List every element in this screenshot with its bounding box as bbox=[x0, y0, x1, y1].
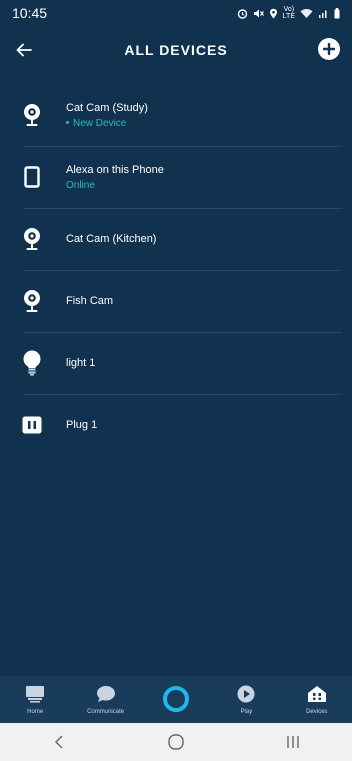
devices-house-icon bbox=[307, 686, 326, 702]
system-back-button[interactable] bbox=[29, 723, 89, 761]
chat-bubble-icon bbox=[96, 686, 115, 702]
alexa-button[interactable] bbox=[145, 676, 207, 712]
status-bar: 10:45 Vo) LTE bbox=[0, 0, 352, 26]
bulb-icon bbox=[20, 350, 44, 376]
camera-icon bbox=[20, 226, 44, 252]
alexa-ring-icon bbox=[162, 686, 189, 712]
device-row-fish-cam[interactable]: Fish Cam bbox=[0, 270, 352, 332]
home-icon bbox=[26, 686, 45, 703]
signal-icon bbox=[319, 10, 327, 18]
device-name: Alexa on this Phone bbox=[66, 163, 164, 176]
device-row-light-1[interactable]: light 1 bbox=[0, 332, 352, 394]
device-name: Cat Cam (Kitchen) bbox=[66, 233, 157, 245]
device-status-text: New Device bbox=[73, 117, 127, 129]
device-row-cat-cam-kitchen[interactable]: Cat Cam (Kitchen) bbox=[0, 208, 352, 270]
system-home-button[interactable] bbox=[146, 723, 206, 761]
plug-icon bbox=[20, 412, 44, 438]
nav-label: Play bbox=[240, 709, 253, 715]
status-dot-icon bbox=[66, 121, 69, 125]
app-header: ALL DEVICES bbox=[0, 26, 352, 74]
device-row-plug-1[interactable]: Plug 1 bbox=[0, 394, 352, 456]
status-time: 10:45 bbox=[12, 5, 48, 21]
nav-home[interactable]: Home bbox=[4, 676, 66, 715]
wifi-icon bbox=[300, 8, 313, 18]
page-title: ALL DEVICES bbox=[124, 42, 228, 58]
device-name: Fish Cam bbox=[66, 295, 114, 307]
volte-icon: Vo) LTE bbox=[282, 6, 295, 20]
device-name: Plug 1 bbox=[66, 419, 98, 431]
status-icons: Vo) LTE bbox=[237, 6, 340, 20]
camera-icon bbox=[20, 102, 44, 128]
home-circle-icon bbox=[168, 734, 184, 750]
add-device-button[interactable] bbox=[318, 38, 340, 60]
nav-devices[interactable]: Devices bbox=[286, 676, 348, 715]
nav-communicate[interactable]: Communicate bbox=[75, 676, 137, 715]
mute-icon bbox=[253, 9, 264, 17]
device-list: Cat Cam (Study) New Device Alexa on this… bbox=[0, 84, 352, 456]
nav-label: Devices bbox=[306, 709, 328, 715]
alarm-icon bbox=[237, 8, 247, 19]
plus-icon bbox=[323, 43, 335, 55]
nav-play[interactable]: Play bbox=[215, 676, 277, 715]
recents-icon bbox=[287, 736, 300, 748]
device-row-alexa-phone[interactable]: Alexa on this Phone Online bbox=[0, 146, 352, 208]
system-recents-button[interactable] bbox=[263, 723, 323, 761]
chevron-left-icon bbox=[54, 735, 63, 749]
device-name: light 1 bbox=[66, 357, 96, 369]
device-name: Cat Cam (Study) bbox=[66, 101, 148, 114]
device-row-cat-cam-study[interactable]: Cat Cam (Study) New Device bbox=[0, 84, 352, 146]
bottom-nav: Home Communicate Play Devices bbox=[0, 676, 352, 723]
nav-label: Home bbox=[27, 709, 44, 715]
system-nav-bar bbox=[0, 723, 352, 761]
camera-icon bbox=[20, 288, 44, 314]
device-status: Online bbox=[66, 179, 95, 191]
location-icon bbox=[269, 8, 277, 18]
device-status: New Device bbox=[66, 118, 148, 129]
play-icon bbox=[237, 685, 255, 703]
phone-icon bbox=[20, 164, 44, 190]
back-button[interactable] bbox=[12, 38, 36, 62]
battery-icon bbox=[334, 7, 340, 18]
nav-label: Communicate bbox=[87, 709, 125, 715]
arrow-left-icon bbox=[16, 43, 32, 57]
